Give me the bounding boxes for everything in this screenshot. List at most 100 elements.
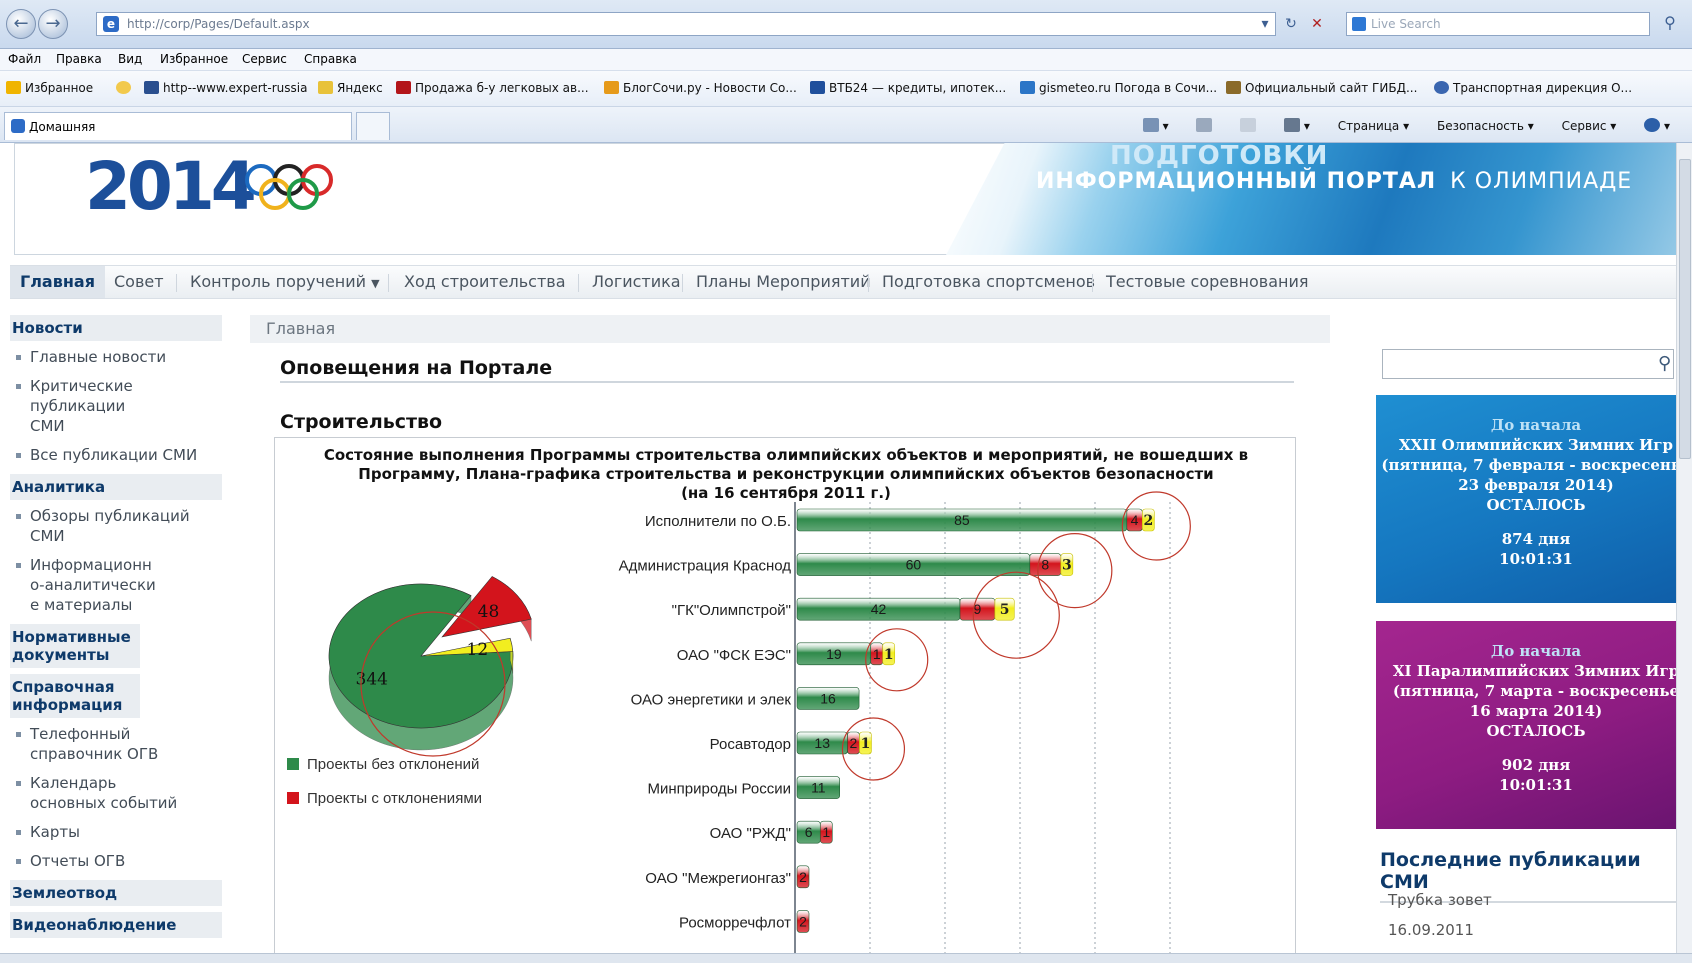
safety-menu[interactable]: Безопасность ▾ bbox=[1425, 119, 1534, 133]
star-icon bbox=[6, 81, 21, 94]
legend-label: Проекты с отклонениями bbox=[307, 790, 482, 807]
sidebar-item-maps[interactable]: Карты bbox=[10, 822, 222, 842]
publication-link[interactable]: Трубка зовет bbox=[1388, 891, 1492, 909]
notifications-heading: Оповещения на Портале bbox=[280, 357, 1294, 383]
refresh-icon[interactable]: ↻ bbox=[1278, 12, 1304, 36]
sidebar-norm-header[interactable]: Нормативные документы bbox=[10, 624, 140, 668]
sidebar-item-analytic-materials[interactable]: Информационно-аналитические материалы bbox=[10, 555, 160, 615]
sidebar-item-main-news[interactable]: Главные новости bbox=[10, 347, 222, 367]
address-actions: ▾ ↻ ✕ bbox=[1252, 12, 1330, 36]
favorites-button[interactable]: Избранное bbox=[6, 81, 93, 95]
bar-category-label: ОАО "РЖД" bbox=[710, 825, 791, 842]
construction-chart: Состояние выполнения Программы строитель… bbox=[274, 437, 1296, 963]
sidebar-land-header[interactable]: Землеотвод bbox=[10, 880, 222, 906]
menu-help[interactable]: Справка bbox=[304, 52, 357, 66]
countdown-dates-end: 16 марта 2014) bbox=[1469, 702, 1603, 720]
countdown-event: XI Паралимпийских Зимних Игр bbox=[1392, 662, 1680, 680]
print-icon[interactable]: ▾ bbox=[1272, 118, 1310, 133]
back-icon[interactable]: ← bbox=[6, 9, 36, 39]
nav-athletes[interactable]: Подготовка спортсменов bbox=[872, 272, 1105, 291]
sidebar-item-all-publications[interactable]: Все публикации СМИ bbox=[10, 445, 222, 465]
tab-bar: Домашняя ▾ ▾ Страница ▾ Безопасность ▾ С… bbox=[0, 107, 1692, 143]
favorite-link-vtb[interactable]: ВТБ24 — кредиты, ипотек... bbox=[810, 81, 1006, 95]
legend-label: Проекты без отклонений bbox=[307, 756, 479, 773]
bar-value-label: 1 bbox=[861, 736, 871, 752]
favorite-link-transport[interactable]: Транспортная дирекция О... bbox=[1434, 81, 1632, 95]
search-placeholder: Live Search bbox=[1371, 17, 1441, 31]
bar-value-label: 1 bbox=[873, 646, 881, 662]
breadcrumb[interactable]: Главная bbox=[250, 315, 1330, 343]
sidebar-item-reviews[interactable]: Обзоры публикаций СМИ bbox=[10, 506, 190, 546]
tab-home[interactable]: Домашняя bbox=[4, 112, 352, 140]
countdown-days: 902 дня bbox=[1501, 756, 1571, 774]
search-icon[interactable]: ⚲ bbox=[1652, 12, 1688, 36]
new-tab-button[interactable] bbox=[356, 112, 390, 140]
nav-construction[interactable]: Ход строительства bbox=[394, 272, 576, 291]
menu-tools[interactable]: Сервис bbox=[242, 52, 287, 66]
menu-favorites[interactable]: Избранное bbox=[160, 52, 228, 66]
expert-icon bbox=[144, 81, 159, 94]
olympics-countdown[interactable]: До начала XXII Олимпийских Зимних Игр (п… bbox=[1376, 395, 1682, 603]
menu-view[interactable]: Вид bbox=[118, 52, 142, 66]
tools-menu[interactable]: Сервис ▾ bbox=[1550, 119, 1617, 133]
bar-value-label: 2 bbox=[1143, 513, 1153, 529]
countdown-time: 10:01:31 bbox=[1499, 776, 1573, 794]
web-page: 2014 ПОДГОТОВКИ ИНФОРМАЦИОННЫЙ ПОРТАЛ К О… bbox=[0, 143, 1692, 963]
search-icon[interactable]: ⚲ bbox=[1658, 353, 1671, 374]
sidebar-item-calendar[interactable]: Календарь основных событий bbox=[10, 773, 190, 813]
bar-value-label: 6 bbox=[805, 824, 813, 840]
construction-heading: Строительство bbox=[280, 411, 443, 433]
sochi-logo[interactable]: 2014 bbox=[85, 148, 257, 225]
stop-icon[interactable]: ✕ bbox=[1304, 12, 1330, 36]
favorite-link-gibdd[interactable]: Официальный сайт ГИБД... bbox=[1226, 81, 1417, 95]
scrollbar-thumb[interactable] bbox=[1679, 159, 1691, 459]
countdown-dates: (пятница, 7 марта - воскресенье bbox=[1392, 682, 1680, 700]
bar-value-label: 1 bbox=[884, 647, 894, 663]
bar-category-label: Минприроды России bbox=[647, 781, 791, 798]
menu-file[interactable]: Файл bbox=[8, 52, 41, 66]
countdown-time: 10:01:31 bbox=[1499, 550, 1573, 568]
sidebar-item-reports[interactable]: Отчеты ОГВ bbox=[10, 851, 222, 871]
nav-council[interactable]: Совет bbox=[104, 272, 174, 291]
url-input[interactable]: e http://corp/Pages/Default.aspx bbox=[96, 12, 1276, 36]
bar-category-label: "ГК"Олимпстрой" bbox=[672, 602, 791, 619]
add-favorite-icon[interactable] bbox=[116, 81, 135, 95]
favorite-link-gismeteo[interactable]: gismeteo.ru Погода в Сочи... bbox=[1020, 81, 1217, 95]
menu-edit[interactable]: Правка bbox=[56, 52, 102, 66]
search-input[interactable]: Live Search bbox=[1346, 12, 1650, 36]
favorite-link-yandex[interactable]: Яндекс bbox=[318, 81, 383, 95]
pie-slice-label: 48 bbox=[478, 602, 500, 622]
sidebar-video-header[interactable]: Видеонаблюдение bbox=[10, 912, 222, 938]
help-icon[interactable]: ▾ bbox=[1632, 118, 1670, 133]
banner-line1: ПОДГОТОВКИ bbox=[1110, 143, 1329, 171]
home-icon[interactable]: ▾ bbox=[1131, 118, 1169, 133]
sidebar-item-critical-publications[interactable]: Критические публикации СМИ bbox=[10, 376, 160, 436]
favorite-link-blogsochi[interactable]: БлогСочи.ру - Новости Со... bbox=[604, 81, 797, 95]
bar-value-label: 4 bbox=[1131, 512, 1139, 528]
page-menu[interactable]: Страница ▾ bbox=[1326, 119, 1409, 133]
bar-category-label: Росавтодор bbox=[710, 736, 791, 753]
mail-icon[interactable] bbox=[1228, 118, 1257, 133]
favorite-link-expert[interactable]: http--www.expert-russia bbox=[144, 81, 307, 95]
dropdown-icon[interactable]: ▾ bbox=[1252, 12, 1278, 36]
forward-icon[interactable]: → bbox=[38, 9, 68, 39]
paralympics-countdown[interactable]: До начала XI Паралимпийских Зимних Игр (… bbox=[1376, 621, 1682, 829]
feeds-icon[interactable] bbox=[1184, 118, 1213, 133]
favorite-link-cars[interactable]: Продажа б-у легковых ав... bbox=[396, 81, 589, 95]
sidebar-ref-header[interactable]: Справочная информация bbox=[10, 674, 140, 718]
sidebar-item-phonebook[interactable]: Телефонный справочник ОГВ bbox=[10, 724, 160, 764]
nav-event-plans[interactable]: Планы Мероприятий bbox=[686, 272, 881, 291]
sidebar-analytics-header[interactable]: Аналитика bbox=[10, 474, 222, 500]
bar-category-label: ОАО "Межрегионгаз" bbox=[645, 870, 791, 887]
logo-year: 2014 bbox=[85, 148, 257, 225]
portal-search-input[interactable] bbox=[1382, 349, 1674, 379]
page-scrollbar[interactable] bbox=[1676, 143, 1692, 955]
bar-value-label: 3 bbox=[1062, 558, 1072, 574]
bar-value-label: 85 bbox=[954, 512, 970, 528]
nav-test-events[interactable]: Тестовые соревнования bbox=[1096, 272, 1319, 291]
bar-value-label: 42 bbox=[871, 601, 887, 617]
sidebar-news-header[interactable]: Новости bbox=[10, 315, 222, 341]
nav-home[interactable]: Главная bbox=[10, 266, 105, 298]
nav-orders-control[interactable]: Контроль поручений ▼ bbox=[180, 272, 390, 291]
nav-logistics[interactable]: Логистика bbox=[582, 272, 691, 291]
